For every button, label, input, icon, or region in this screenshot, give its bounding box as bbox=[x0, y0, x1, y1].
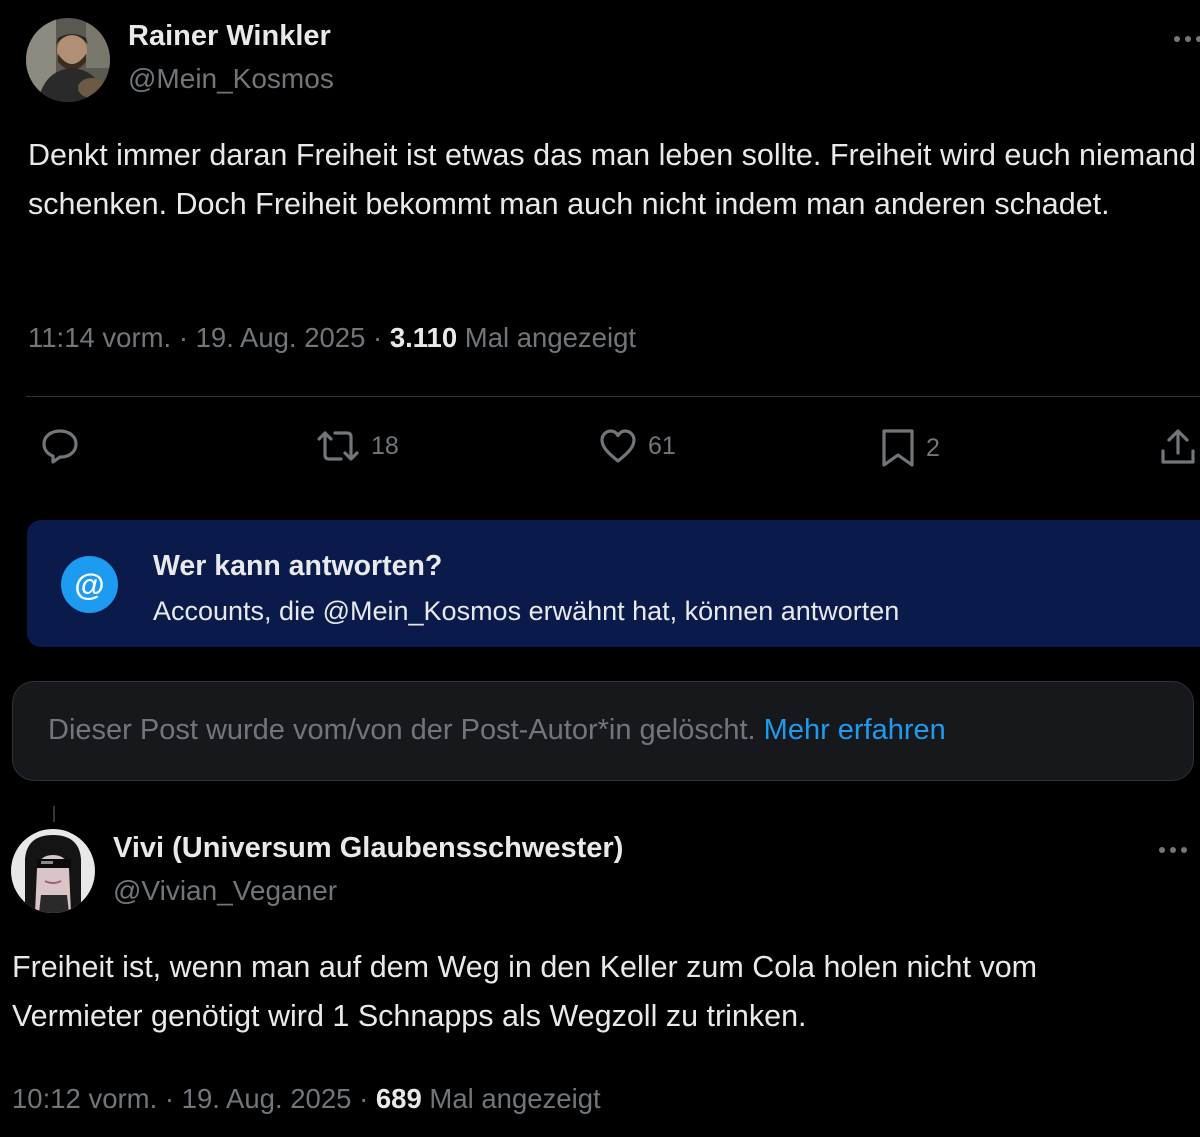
repost-icon bbox=[317, 431, 359, 461]
author-handle[interactable]: @Mein_Kosmos bbox=[128, 63, 334, 95]
reply-restriction-box: @ Wer kann antworten? Accounts, die @Mei… bbox=[27, 520, 1200, 647]
reply-views-count: 689 bbox=[375, 1083, 422, 1114]
bookmark-button[interactable]: 2 bbox=[880, 427, 940, 469]
reply-author-handle[interactable]: @Vivian_Veganer bbox=[113, 875, 337, 907]
deleted-message: Dieser Post wurde vom/von der Post-Autor… bbox=[48, 714, 756, 746]
heart-icon bbox=[600, 429, 636, 463]
share-button[interactable] bbox=[1158, 427, 1198, 467]
thread-connector bbox=[53, 806, 55, 822]
like-button[interactable]: 61 bbox=[598, 427, 676, 465]
repost-button[interactable]: 18 bbox=[315, 427, 399, 465]
author-avatar[interactable] bbox=[26, 18, 110, 102]
views-count: 3.110 bbox=[389, 322, 458, 353]
reply-text: Freiheit ist, wenn man auf dem Weg in de… bbox=[12, 950, 1038, 1033]
learn-more-link[interactable]: Mehr erfahren bbox=[764, 714, 946, 746]
like-count: 61 bbox=[648, 431, 676, 460]
at-icon: @ bbox=[61, 556, 118, 613]
reply-author-name[interactable]: Vivi (Universum Glaubensschwester) bbox=[113, 832, 623, 865]
reply-button[interactable] bbox=[40, 427, 80, 465]
deleted-notice-text: Dieser Post wurde vom/von der Post-Autor… bbox=[48, 714, 946, 747]
meta-separator: · bbox=[359, 1083, 369, 1114]
reply-views-label: Mal angezeigt bbox=[429, 1083, 601, 1114]
reply-meta: 10:12 vorm. · 19. Aug. 2025 · 689 Mal an… bbox=[12, 1083, 601, 1115]
reply-author-avatar[interactable] bbox=[11, 829, 95, 913]
author-name[interactable]: Rainer Winkler bbox=[128, 20, 331, 53]
reply-restriction-subtitle: Accounts, die @Mein_Kosmos erwähnt hat, … bbox=[153, 596, 900, 626]
post-time[interactable]: 11:14 vorm. bbox=[28, 322, 171, 353]
divider bbox=[26, 396, 1200, 397]
meta-separator: · bbox=[178, 322, 188, 353]
meta-separator: · bbox=[373, 322, 383, 353]
more-options-icon[interactable] bbox=[1172, 29, 1200, 49]
post-text: Denkt immer daran Freiheit ist etwas das… bbox=[28, 138, 1196, 221]
more-options-icon[interactable] bbox=[1157, 840, 1193, 860]
reply-time[interactable]: 10:12 vorm. bbox=[12, 1083, 157, 1114]
bookmark-icon bbox=[882, 429, 914, 467]
deleted-post-notice: Dieser Post wurde vom/von der Post-Autor… bbox=[12, 681, 1194, 781]
post-date[interactable]: 19. Aug. 2025 bbox=[196, 322, 366, 353]
reply-icon bbox=[42, 429, 78, 464]
post-meta: 11:14 vorm. · 19. Aug. 2025 · 3.110 Mal … bbox=[28, 322, 636, 354]
repost-count: 18 bbox=[371, 431, 399, 460]
reply-restriction-title: Wer kann antworten? bbox=[153, 550, 443, 582]
share-icon bbox=[1161, 429, 1195, 464]
reply-date[interactable]: 19. Aug. 2025 bbox=[182, 1083, 352, 1114]
meta-separator: · bbox=[164, 1083, 175, 1114]
bookmark-count: 2 bbox=[926, 433, 940, 462]
views-label: Mal angezeigt bbox=[464, 322, 636, 353]
